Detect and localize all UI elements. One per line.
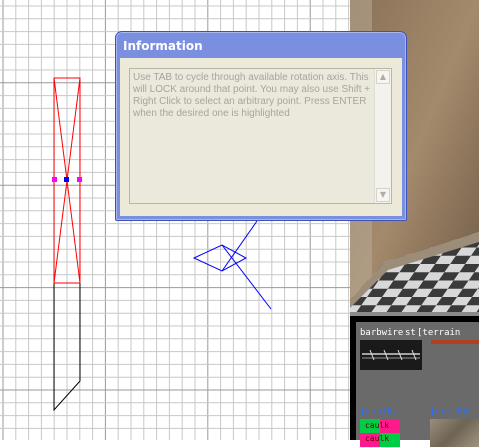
dialog-title[interactable]: Information (123, 39, 203, 53)
rotation-pivot-handle-center[interactable] (64, 177, 69, 182)
texture-browser-panel: barbwire st [terrain [caulk] [cncr04 cau… (356, 322, 479, 447)
texture-label-cncr04[interactable]: [cncr04 (430, 407, 468, 417)
rotation-pivot-handle-right[interactable] (77, 177, 82, 182)
dialog-scrollbar[interactable]: ▲ ▼ (374, 69, 391, 203)
texture-label-st[interactable]: st (405, 328, 416, 338)
rotation-pivot-handle-left[interactable] (52, 177, 57, 182)
texture-thumb-barbwire[interactable] (360, 340, 422, 370)
texture-label-caulk[interactable]: [caulk] (360, 407, 398, 417)
information-dialog[interactable]: Information Use TAB to cycle through ava… (115, 31, 407, 221)
texture-thumb-terrain[interactable] (431, 340, 479, 344)
caulk-thumb-label-2: caulk (365, 434, 390, 443)
barbwire-icon (362, 349, 420, 361)
texture-thumb-caulk[interactable]: caulk caulk (360, 419, 400, 447)
texture-browser[interactable]: barbwire st [terrain [caulk] [cncr04 cau… (350, 312, 479, 447)
texture-thumb-cncr04[interactable] (430, 419, 479, 447)
dialog-body: Use TAB to cycle through available rotat… (120, 58, 402, 216)
texture-label-terrain[interactable]: [terrain (417, 328, 460, 338)
texture-label-barbwire[interactable]: barbwire (360, 328, 403, 338)
dialog-message-box[interactable]: Use TAB to cycle through available rotat… (129, 68, 392, 204)
chevron-down-icon[interactable]: ▼ (376, 188, 390, 202)
dialog-message: Use TAB to cycle through available rotat… (133, 72, 371, 119)
caulk-thumb-label-1: caulk (365, 421, 390, 430)
chevron-up-icon[interactable]: ▲ (376, 70, 390, 84)
